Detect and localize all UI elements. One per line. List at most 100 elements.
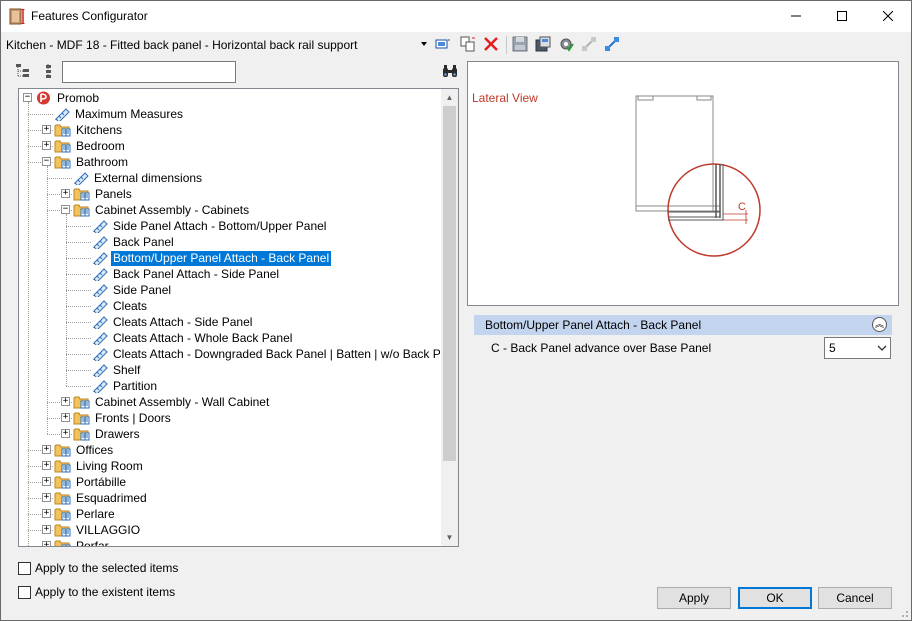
link-icon[interactable] [581, 36, 597, 52]
tree-node[interactable]: Porfar [54, 538, 111, 547]
scroll-thumb[interactable] [443, 106, 456, 461]
expand-plus-icon[interactable]: + [42, 509, 51, 518]
tree-node-label[interactable]: Cleats Attach - Side Panel [111, 315, 254, 330]
screen-icon[interactable] [435, 36, 451, 52]
collapse-minus-icon[interactable]: − [61, 205, 70, 214]
expand-plus-icon[interactable]: + [42, 493, 51, 502]
apply-selected-box[interactable] [18, 561, 31, 575]
tree-node-label[interactable]: Living Room [74, 459, 145, 474]
preset-selector[interactable]: Kitchen - MDF 18 - Fitted back panel - H… [6, 38, 357, 52]
tree-node-label[interactable]: Cleats Attach - Downgraded Back Panel | … [111, 347, 458, 362]
save-as-icon[interactable] [535, 36, 551, 52]
collapse-all-icon[interactable] [41, 63, 57, 79]
delete-icon[interactable] [483, 36, 499, 52]
tree-node[interactable]: Offices [54, 442, 115, 458]
tree-node[interactable]: Panels [73, 186, 134, 202]
save-icon[interactable] [512, 36, 528, 52]
chevron-down-icon[interactable] [877, 342, 887, 354]
maximize-button[interactable] [819, 1, 865, 31]
tree-node-label[interactable]: Panels [93, 187, 134, 202]
tree-node-label[interactable]: Cleats Attach - Whole Back Panel [111, 331, 294, 346]
tree-node[interactable]: Bathroom [54, 154, 130, 170]
tree-node-label[interactable]: Cleats [111, 299, 149, 314]
properties-group-header[interactable]: Bottom/Upper Panel Attach - Back Panel ︽ [474, 315, 892, 335]
tree-search-input[interactable] [62, 61, 236, 83]
tree-node[interactable]: Partition [92, 378, 159, 394]
expand-plus-icon[interactable]: + [61, 397, 70, 406]
scroll-down-icon[interactable]: ▼ [441, 529, 458, 546]
resize-grip-icon[interactable] [899, 608, 909, 618]
apply-button[interactable]: Apply [657, 587, 731, 609]
tree-node-label[interactable]: Side Panel Attach - Bottom/Upper Panel [111, 219, 328, 234]
tree-node-label[interactable]: Esquadrimed [74, 491, 149, 506]
feature-tree[interactable]: Promob − Maximum Measures Kitchens + Bedroom +… [18, 88, 459, 547]
tree-node-label[interactable]: External dimensions [92, 171, 204, 186]
collapse-group-icon[interactable]: ︽ [872, 317, 887, 332]
tree-node[interactable]: Maximum Measures [54, 106, 185, 122]
ok-button[interactable]: OK [738, 587, 812, 609]
tree-node[interactable]: Back Panel [92, 234, 176, 250]
tree-node[interactable]: Bottom/Upper Panel Attach - Back Panel [92, 249, 333, 267]
tree-node[interactable]: Drawers [73, 426, 142, 442]
tree-node[interactable]: Cleats Attach - Whole Back Panel [92, 330, 294, 346]
tree-node[interactable]: Cabinet Assembly - Cabinets [73, 202, 251, 218]
tree-node[interactable]: Kitchens [54, 122, 124, 138]
tree-node[interactable]: Promob [35, 90, 101, 106]
tree-node-label[interactable]: Drawers [93, 427, 142, 442]
expand-plus-icon[interactable]: + [42, 445, 51, 454]
apply-existent-checkbox[interactable]: Apply to the existent items [18, 585, 175, 599]
tree-node-label[interactable]: Back Panel [111, 235, 176, 250]
tree-node-label[interactable]: Cabinet Assembly - Cabinets [93, 203, 251, 218]
tree-node[interactable]: Esquadrimed [54, 490, 149, 506]
expand-plus-icon[interactable]: + [42, 525, 51, 534]
tree-node-label[interactable]: Side Panel [111, 283, 173, 298]
tree-node-label[interactable]: Promob [55, 91, 101, 106]
tree-node[interactable]: Side Panel Attach - Bottom/Upper Panel [92, 218, 328, 234]
expand-plus-icon[interactable]: + [42, 461, 51, 470]
tree-node-label[interactable]: Back Panel Attach - Side Panel [111, 267, 281, 282]
tree-node[interactable]: Side Panel [92, 282, 173, 298]
tree-node-label[interactable]: Portábille [74, 475, 128, 490]
minimize-button[interactable] [773, 1, 819, 31]
settings-icon[interactable] [558, 36, 574, 52]
tree-node[interactable]: Cabinet Assembly - Wall Cabinet [73, 394, 271, 410]
tree-node[interactable]: VILLAGGIO [54, 522, 142, 538]
tree-node-label[interactable]: Kitchens [74, 123, 124, 138]
tree-node-label[interactable]: Bottom/Upper Panel Attach - Back Panel [109, 249, 333, 267]
expand-plus-icon[interactable]: + [42, 541, 51, 546]
collapse-minus-icon[interactable]: − [23, 93, 32, 102]
link-blue-icon[interactable] [604, 36, 620, 52]
collapse-minus-icon[interactable]: − [42, 157, 51, 166]
tree-node-label[interactable]: Maximum Measures [73, 107, 185, 122]
tree-node-label[interactable]: Porfar [74, 539, 111, 547]
tree-node-label[interactable]: Offices [74, 443, 115, 458]
tree-node[interactable]: External dimensions [73, 170, 204, 186]
binoculars-icon[interactable] [442, 64, 458, 79]
tree-node[interactable]: Cleats [92, 298, 149, 314]
tree-node[interactable]: Living Room [54, 458, 145, 474]
cancel-button[interactable]: Cancel [818, 587, 892, 609]
tree-node-label[interactable]: Shelf [111, 363, 142, 378]
expand-plus-icon[interactable]: + [42, 477, 51, 486]
tree-node[interactable]: Back Panel Attach - Side Panel [92, 266, 281, 282]
tree-node-label[interactable]: Perlare [74, 507, 117, 522]
preset-dropdown-icon[interactable] [421, 42, 427, 46]
tree-vertical-scrollbar[interactable]: ▲ ▼ [441, 89, 458, 546]
tree-node[interactable]: Cleats Attach - Downgraded Back Panel | … [92, 346, 458, 362]
tree-node-label[interactable]: Bedroom [74, 139, 127, 154]
tree-node-label[interactable]: Partition [111, 379, 159, 394]
expand-all-icon[interactable] [15, 63, 31, 79]
tree-node-label[interactable]: Bathroom [74, 155, 130, 170]
expand-plus-icon[interactable]: + [61, 429, 70, 438]
tree-node[interactable]: Bedroom [54, 138, 127, 154]
scroll-up-icon[interactable]: ▲ [441, 89, 458, 106]
close-button[interactable] [865, 1, 911, 31]
copy-icon[interactable] [460, 36, 476, 52]
tree-node[interactable]: Cleats Attach - Side Panel [92, 314, 254, 330]
expand-plus-icon[interactable]: + [61, 413, 70, 422]
tree-node[interactable]: Shelf [92, 362, 142, 378]
property-value-select[interactable]: 5 [824, 337, 891, 359]
expand-plus-icon[interactable]: + [42, 141, 51, 150]
tree-node-label[interactable]: VILLAGGIO [74, 523, 142, 538]
apply-existent-box[interactable] [18, 585, 31, 599]
